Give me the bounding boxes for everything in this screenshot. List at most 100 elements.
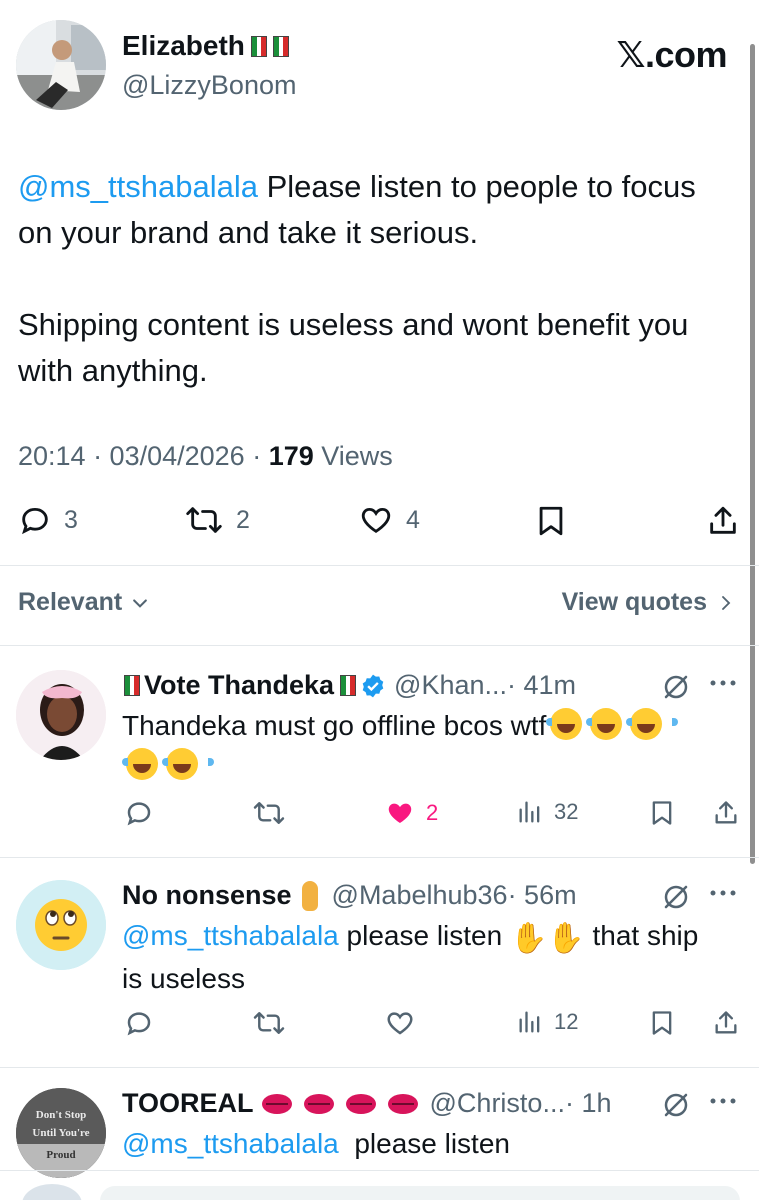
more-options-icon[interactable] — [708, 1096, 738, 1106]
laughing-emoji-icon — [586, 708, 639, 740]
reply-author-handle[interactable]: @Mabelhub36 — [332, 880, 508, 911]
tweet-text-para2: Shipping content is useless and wont ben… — [18, 307, 689, 388]
like-count: 4 — [406, 505, 420, 534]
retweet-button[interactable] — [252, 1008, 286, 1038]
like-count: 2 — [426, 800, 439, 825]
avatar-text: Until You're — [32, 1127, 89, 1139]
reply-button[interactable] — [124, 1008, 154, 1038]
chevron-down-icon — [130, 593, 150, 613]
compose-avatar — [22, 1184, 82, 1200]
views-button[interactable]: 12 — [516, 1008, 578, 1036]
views-count: 32 — [554, 799, 579, 824]
analytics-icon — [516, 798, 544, 826]
reply-author-handle[interactable]: @Khan... — [394, 670, 507, 701]
analytics-icon — [516, 1008, 544, 1036]
kiss-mark-emoji-icon — [345, 1093, 376, 1114]
bookmark-button[interactable] — [648, 798, 676, 828]
reply-icon — [18, 503, 52, 537]
italy-flag-icon — [272, 35, 289, 57]
views-count: 12 — [554, 1009, 579, 1034]
reply-button[interactable]: 3 — [18, 503, 78, 537]
heart-icon — [358, 503, 394, 537]
like-button[interactable] — [384, 1008, 416, 1038]
divider — [0, 565, 759, 566]
reply-item[interactable]: Don't Stop Until You're Proud TOOREAL @C… — [0, 1080, 759, 1180]
retweet-icon — [252, 798, 286, 828]
kiss-mark-emoji-icon — [303, 1093, 334, 1114]
avatar-text: Don't Stop — [36, 1109, 86, 1121]
tweet-meta: 20:14 · 03/04/2026 · 179 Views — [18, 441, 393, 472]
bookmark-icon — [534, 503, 568, 539]
retweet-button[interactable]: 2 — [184, 503, 250, 537]
view-quotes-link[interactable]: View quotes — [562, 588, 735, 617]
divider — [0, 857, 759, 858]
reply-item[interactable]: No nonsense @Mabelhub36 · 56m @ms_ttshab… — [0, 870, 759, 1060]
more-options-icon[interactable] — [708, 678, 738, 688]
author-avatar[interactable] — [16, 20, 106, 110]
x-brand-logo: 𝕏.com — [616, 34, 727, 75]
laughing-emoji-icon — [546, 708, 599, 740]
share-button[interactable] — [712, 1008, 740, 1038]
like-button[interactable]: 4 — [358, 503, 420, 537]
mention-link[interactable]: @ms_ttshabalala — [122, 1128, 339, 1159]
reply-author-name[interactable]: Vote Thandeka — [122, 670, 386, 701]
reply-text-mid: please listen — [338, 920, 510, 951]
reply-item[interactable]: Vote Thandeka @Khan... · 41m Thandeka mu… — [0, 660, 759, 850]
reply-header: TOOREAL @Christo... · 1h — [122, 1088, 611, 1119]
share-icon — [712, 1008, 740, 1038]
reply-header: No nonsense @Mabelhub36 · 56m — [122, 880, 577, 911]
reply-avatar[interactable]: Don't Stop Until You're Proud — [16, 1088, 106, 1178]
reply-compose-input[interactable] — [100, 1186, 740, 1200]
reply-author-handle[interactable]: @Christo... — [430, 1088, 565, 1119]
reply-author-name-text: No nonsense — [122, 880, 292, 910]
chevron-right-icon — [717, 592, 735, 614]
grok-icon[interactable] — [661, 1090, 691, 1120]
reply-header: Vote Thandeka @Khan... · 41m — [122, 670, 576, 701]
like-button-liked[interactable]: 2 — [384, 798, 438, 828]
praying-hands-emoji-icon: ✋ — [509, 922, 548, 955]
bookmark-button[interactable] — [534, 503, 568, 539]
laughing-emoji-icon — [162, 748, 214, 780]
retweet-count: 2 — [236, 505, 250, 534]
bookmark-button[interactable] — [648, 1008, 676, 1038]
grok-icon[interactable] — [661, 882, 691, 912]
reply-button[interactable] — [124, 798, 154, 828]
author-handle[interactable]: @LizzyBonom — [122, 70, 296, 101]
reply-count: 3 — [64, 505, 78, 534]
kiss-mark-emoji-icon — [387, 1093, 418, 1114]
sort-dropdown[interactable]: Relevant — [18, 588, 150, 617]
mention-link[interactable]: @ms_ttshabalala — [18, 169, 258, 204]
author-name[interactable]: Elizabeth — [122, 30, 289, 62]
grok-icon[interactable] — [661, 672, 691, 702]
share-button[interactable] — [706, 503, 740, 539]
heart-icon — [384, 1008, 416, 1038]
reply-avatar[interactable] — [16, 670, 106, 760]
heart-filled-icon — [384, 798, 416, 828]
reply-icon — [124, 1008, 154, 1038]
share-icon — [712, 798, 740, 828]
italy-flag-icon — [340, 675, 357, 696]
retweet-button[interactable] — [252, 798, 286, 828]
reply-author-name[interactable]: TOOREAL — [122, 1088, 422, 1119]
praying-hands-emoji-icon: ✋ — [547, 922, 585, 955]
reply-text-body: Thandeka must go offline bcos wtf — [122, 710, 547, 741]
divider — [0, 1067, 759, 1068]
views-count: 179 — [268, 441, 314, 471]
share-icon — [706, 503, 740, 539]
more-options-icon[interactable] — [708, 888, 738, 898]
views-button[interactable]: 32 — [516, 798, 578, 826]
pointing-up-emoji-icon — [301, 880, 318, 911]
italy-flag-icon — [250, 35, 267, 57]
mention-link[interactable]: @ms_ttshabalala — [122, 920, 339, 951]
reply-avatar[interactable] — [16, 880, 106, 970]
sort-label: Relevant — [18, 588, 123, 616]
view-quotes-label: View quotes — [561, 588, 707, 616]
reply-author-name[interactable]: No nonsense — [122, 880, 318, 911]
tweet-timestamp: 20:14 · 03/04/2026 · — [18, 441, 269, 471]
share-button[interactable] — [712, 798, 740, 828]
tweet-text: @ms_ttshabalala Please listen to people … — [18, 164, 718, 394]
reply-text-body: please listen — [338, 1128, 510, 1159]
avatar-text: Proud — [46, 1149, 75, 1161]
reply-text: Thandeka must go offline bcos wtf — [122, 706, 722, 786]
reply-author-name-text: TOOREAL — [122, 1088, 254, 1118]
